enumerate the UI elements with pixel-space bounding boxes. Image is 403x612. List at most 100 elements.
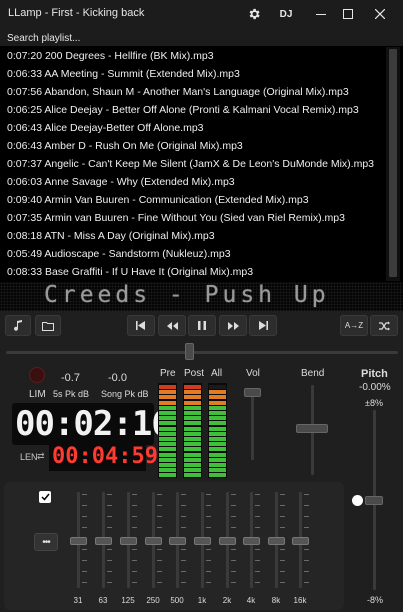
seek-slider-track[interactable] [6,351,398,354]
playlist-item[interactable]: 0:06:03 Anne Savage - Why (Extended Mix)… [7,173,382,191]
eq-band-thumb[interactable] [243,537,260,545]
bend-slider-thumb[interactable] [296,424,328,433]
eq-tick-mark [304,560,309,561]
meter-segment [209,442,226,447]
playlist-item[interactable]: 0:05:49 Audioscape - Sandstorm (Nukleuz)… [7,245,382,263]
eq-band-thumb[interactable] [268,537,285,545]
meter-segment [209,437,226,441]
playlist-item[interactable]: 0:07:35 Armin van Buuren - Fine Without … [7,209,382,227]
eq-band-thumb[interactable] [70,537,87,545]
eq-tick-mark [206,560,211,561]
eq-band-thumb[interactable] [120,537,137,545]
eq-tick-mark [132,549,137,550]
playlist-item[interactable]: 0:08:18 ATN - Miss A Day (Original Mix).… [7,227,382,245]
eq-tick-mark [206,516,211,517]
volume-slider-thumb[interactable] [244,388,261,397]
meter-segment [209,468,226,473]
eq-tick-mark [157,494,162,495]
meter-segment [159,421,176,426]
meter-segment [184,442,201,447]
pitch-reset-button[interactable] [352,495,363,506]
meter-segment [209,431,226,436]
eq-tick-mark [157,560,162,561]
playlist-item[interactable]: 0:07:20 200 Degrees - Hellfire (BK Mix).… [7,47,382,65]
eq-tick-mark [304,571,309,572]
seek-slider-thumb[interactable] [185,343,195,360]
all-level-meter [208,383,227,478]
playlist-item[interactable]: 0:09:40 Armin Van Buuren - Communication… [7,191,382,209]
eq-tick-mark [255,560,260,561]
rewind-icon[interactable] [158,315,186,336]
music-note-icon[interactable] [5,315,31,336]
eq-band-thumb[interactable] [219,537,236,545]
meter-segment [209,447,226,452]
eq-tick-mark [280,549,285,550]
dj-button[interactable]: DJ [272,0,300,28]
gear-icon[interactable] [240,0,268,28]
eq-tick-mark [181,549,186,550]
meter-segment [159,457,176,462]
eq-band-thumb[interactable] [194,537,211,545]
pause-icon[interactable] [188,315,216,336]
eq-tick-mark [157,549,162,550]
skip-previous-icon[interactable] [127,315,155,336]
sort-button[interactable]: A→Z [340,315,368,336]
meter-segment [159,400,176,405]
eq-band-thumb[interactable] [95,537,112,545]
meter-segment [209,390,226,395]
meter-segment [209,457,226,462]
folder-icon[interactable] [35,315,61,336]
eq-band-thumb[interactable] [292,537,309,545]
playlist[interactable]: 0:07:20 200 Degrees - Hellfire (BK Mix).… [0,47,403,281]
swap-icon[interactable]: ⇄ [37,451,45,462]
eq-tick-mark [181,571,186,572]
eq-tick-mark [304,494,309,495]
playlist-item[interactable]: 0:06:43 Alice Deejay-Better Off Alone.mp… [7,119,382,137]
eq-tick-mark [280,560,285,561]
playlist-item[interactable]: 0:06:43 Amber D - Rush On Me (Original M… [7,137,382,155]
shuffle-icon[interactable] [370,315,398,336]
eq-tick-mark [82,560,87,561]
meter-segment [159,395,176,400]
pitch-slider-thumb[interactable] [365,496,383,505]
eq-tick-mark [304,516,309,517]
meter-segment [159,426,176,431]
maximize-icon[interactable] [334,0,362,28]
song-peak-value: -0.0 [108,372,127,384]
playlist-item[interactable]: 0:07:56 Abandon, Shaun M - Another Man's… [7,83,382,101]
meter-segment [159,411,176,415]
meter-segment [184,431,201,436]
volume-slider-track[interactable] [251,390,254,460]
eq-tick-mark [181,560,186,561]
eq-tick-mark [132,527,137,528]
eq-tick-mark [255,582,260,583]
meter-segment [209,416,226,421]
eq-band-thumb[interactable] [145,537,162,545]
meter-segment [159,390,176,395]
eq-tick-mark [231,527,236,528]
eq-band-thumb[interactable] [169,537,186,545]
eq-menu-button[interactable]: ••• [34,533,58,551]
search-input[interactable] [0,29,403,48]
eq-tick-mark [107,571,112,572]
fast-forward-icon[interactable] [219,315,247,336]
meter-segment [209,421,226,426]
minimize-icon[interactable] [306,0,336,28]
meter-segment [184,447,201,452]
post-meter-label: Post [184,368,205,379]
playlist-item[interactable]: 0:08:33 Base Graffiti - If U Have It (Or… [7,263,382,281]
eq-tick-mark [231,582,236,583]
eq-band-label: 125 [121,596,135,605]
playlist-scrollbar[interactable] [386,47,400,281]
playlist-item[interactable]: 0:06:25 Alice Deejay - Better Off Alone … [7,101,382,119]
pre-meter-label: Pre [160,368,176,379]
skip-next-icon[interactable] [249,315,277,336]
close-icon[interactable] [364,0,396,28]
limiter-indicator [29,367,45,383]
playlist-item[interactable]: 0:07:37 Angelic - Can't Keep Me Silent (… [7,155,382,173]
playlist-item[interactable]: 0:06:33 AA Meeting - Summit (Extended Mi… [7,65,382,83]
eq-enable-checkbox[interactable] [39,491,51,503]
scrollbar-thumb[interactable] [389,49,397,277]
pre-level-meter [158,383,177,478]
eq-tick-mark [280,505,285,506]
